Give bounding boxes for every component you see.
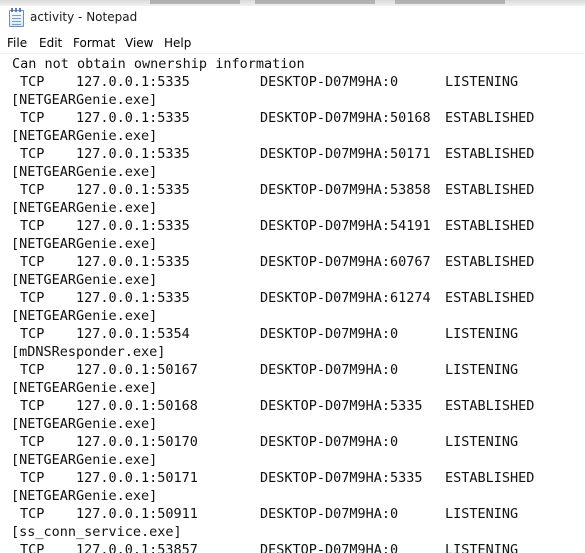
- process-name-line: [NETGEARGenie.exe]: [11, 488, 158, 504]
- local-address-cell: 127.0.0.1:50171: [76, 470, 198, 486]
- connection-row: TCP 127.0.0.1:5335 DESKTOP-D07M9HA:50168 ES…: [0, 109, 585, 127]
- protocol-cell: TCP: [20, 398, 45, 414]
- notepad-icon[interactable]: [9, 8, 24, 27]
- menu-bar: File Edit Format View Help: [0, 32, 585, 53]
- protocol-cell: TCP: [20, 290, 45, 306]
- process-name-line: [NETGEARGenie.exe]: [11, 380, 158, 396]
- process-name-line: [NETGEARGenie.exe]: [11, 92, 158, 108]
- foreign-address-cell: DESKTOP-D07M9HA:54191: [260, 218, 431, 234]
- menu-format[interactable]: Format: [73, 36, 115, 50]
- menu-file[interactable]: File: [7, 36, 27, 50]
- connection-row: TCP 127.0.0.1:5335 DESKTOP-D07M9HA:60767 ES…: [0, 253, 585, 271]
- protocol-cell: TCP: [20, 146, 45, 162]
- process-name-line: [NETGEARGenie.exe]: [11, 416, 158, 432]
- local-address-cell: 127.0.0.1:50168: [76, 398, 198, 414]
- state-cell: ESTABLISHED: [445, 398, 535, 414]
- local-address-cell: 127.0.0.1:5335: [76, 74, 190, 90]
- protocol-cell: TCP: [20, 362, 45, 378]
- local-address-cell: 127.0.0.1:5335: [76, 182, 190, 198]
- local-address-cell: 127.0.0.1:5335: [76, 290, 190, 306]
- foreign-address-cell: DESKTOP-D07M9HA:53858: [260, 182, 431, 198]
- process-name-line: [NETGEARGenie.exe]: [11, 164, 158, 180]
- connection-row: TCP 127.0.0.1:50170 DESKTOP-D07M9HA:0 LISTE…: [0, 433, 585, 451]
- local-address-cell: 127.0.0.1:50167: [76, 362, 198, 378]
- state-cell: LISTENING: [445, 506, 519, 522]
- connection-row: TCP 127.0.0.1:5335 DESKTOP-D07M9HA:53858 ES…: [0, 181, 585, 199]
- local-address-cell: 127.0.0.1:5354: [76, 326, 190, 342]
- menu-help[interactable]: Help: [164, 36, 191, 50]
- state-cell: LISTENING: [445, 74, 519, 90]
- local-address-cell: 127.0.0.1:5335: [76, 110, 190, 126]
- process-name-line: [NETGEARGenie.exe]: [11, 128, 158, 144]
- text-editor-area[interactable]: Can not obtain ownership information TCP…: [0, 53, 585, 553]
- title-bar[interactable]: activity - Notepad: [0, 6, 585, 31]
- connection-row: TCP 127.0.0.1:5335 DESKTOP-D07M9HA:50171 ES…: [0, 145, 585, 163]
- local-address-cell: 127.0.0.1:5335: [76, 218, 190, 234]
- menu-view[interactable]: View: [125, 36, 153, 50]
- protocol-cell: TCP: [20, 542, 45, 553]
- protocol-cell: TCP: [20, 110, 45, 126]
- foreign-address-cell: DESKTOP-D07M9HA:60767: [260, 254, 431, 270]
- state-cell: ESTABLISHED: [445, 146, 535, 162]
- connection-row: TCP 127.0.0.1:50167 DESKTOP-D07M9HA:0 LISTE…: [0, 361, 585, 379]
- protocol-cell: TCP: [20, 218, 45, 234]
- local-address-cell: 127.0.0.1:50170: [76, 434, 198, 450]
- state-cell: ESTABLISHED: [445, 254, 535, 270]
- local-address-cell: 127.0.0.1:5335: [76, 146, 190, 162]
- connection-row: TCP 127.0.0.1:50168 DESKTOP-D07M9HA:5335 ES…: [0, 397, 585, 415]
- foreign-address-cell: DESKTOP-D07M9HA:0: [260, 326, 399, 342]
- state-cell: ESTABLISHED: [445, 218, 535, 234]
- protocol-cell: TCP: [20, 74, 45, 90]
- local-address-cell: 127.0.0.1:50911: [76, 506, 198, 522]
- connection-row: TCP 127.0.0.1:5335 DESKTOP-D07M9HA:0 LISTEN…: [0, 73, 585, 91]
- process-name-line: [NETGEARGenie.exe]: [11, 308, 158, 324]
- local-address-cell: 127.0.0.1:53857: [76, 542, 198, 553]
- local-address-cell: 127.0.0.1:5335: [76, 254, 190, 270]
- foreign-address-cell: DESKTOP-D07M9HA:0: [260, 74, 399, 90]
- foreign-address-cell: DESKTOP-D07M9HA:0: [260, 506, 399, 522]
- foreign-address-cell: DESKTOP-D07M9HA:5335: [260, 398, 423, 414]
- protocol-cell: TCP: [20, 182, 45, 198]
- protocol-cell: TCP: [20, 506, 45, 522]
- foreign-address-cell: DESKTOP-D07M9HA:0: [260, 362, 399, 378]
- state-cell: ESTABLISHED: [445, 290, 535, 306]
- text-line: Can not obtain ownership information: [12, 56, 305, 72]
- process-name-line: [mDNSResponder.exe]: [11, 344, 166, 360]
- protocol-cell: TCP: [20, 254, 45, 270]
- foreign-address-cell: DESKTOP-D07M9HA:5335: [260, 470, 423, 486]
- foreign-address-cell: DESKTOP-D07M9HA:0: [260, 542, 399, 553]
- state-cell: LISTENING: [445, 326, 519, 342]
- connection-row: TCP 127.0.0.1:50911 DESKTOP-D07M9HA:0 LISTE…: [0, 505, 585, 523]
- menu-edit[interactable]: Edit: [39, 36, 62, 50]
- foreign-address-cell: DESKTOP-D07M9HA:50168: [260, 110, 431, 126]
- connection-row: TCP 127.0.0.1:5354 DESKTOP-D07M9HA:0 LISTEN…: [0, 325, 585, 343]
- state-cell: LISTENING: [445, 434, 519, 450]
- connection-row: TCP 127.0.0.1:53857 DESKTOP-D07M9HA:0 LISTE…: [0, 541, 585, 553]
- connection-row: TCP 127.0.0.1:5335 DESKTOP-D07M9HA:54191 ES…: [0, 217, 585, 235]
- protocol-cell: TCP: [20, 434, 45, 450]
- foreign-address-cell: DESKTOP-D07M9HA:61274: [260, 290, 431, 306]
- state-cell: LISTENING: [445, 542, 519, 553]
- process-name-line: [ss_conn_service.exe]: [11, 524, 182, 540]
- foreign-address-cell: DESKTOP-D07M9HA:0: [260, 434, 399, 450]
- state-cell: ESTABLISHED: [445, 110, 535, 126]
- state-cell: LISTENING: [445, 362, 519, 378]
- process-name-line: [NETGEARGenie.exe]: [11, 200, 158, 216]
- process-name-line: [NETGEARGenie.exe]: [11, 236, 158, 252]
- notepad-window: activity - Notepad File Edit Format View…: [0, 0, 585, 553]
- foreign-address-cell: DESKTOP-D07M9HA:50171: [260, 146, 431, 162]
- process-name-line: [NETGEARGenie.exe]: [11, 272, 158, 288]
- protocol-cell: TCP: [20, 326, 45, 342]
- state-cell: ESTABLISHED: [445, 470, 535, 486]
- connection-row: TCP 127.0.0.1:50171 DESKTOP-D07M9HA:5335 ES…: [0, 469, 585, 487]
- state-cell: ESTABLISHED: [445, 182, 535, 198]
- protocol-cell: TCP: [20, 470, 45, 486]
- window-title: activity - Notepad: [30, 10, 138, 24]
- process-name-line: [NETGEARGenie.exe]: [11, 452, 158, 468]
- connection-row: TCP 127.0.0.1:5335 DESKTOP-D07M9HA:61274 ES…: [0, 289, 585, 307]
